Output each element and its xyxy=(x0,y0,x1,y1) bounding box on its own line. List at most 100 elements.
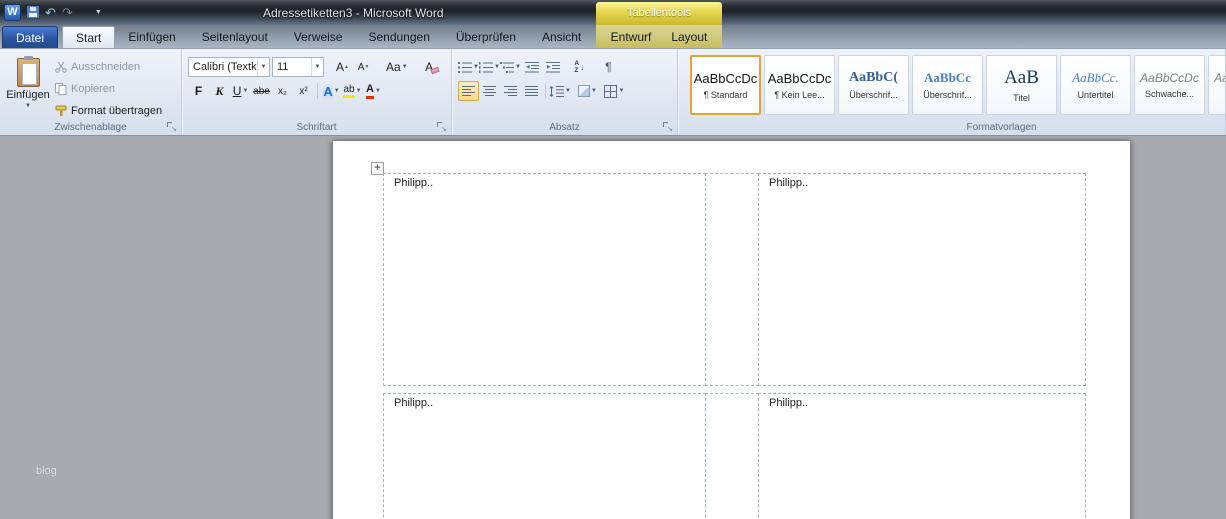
shading-button[interactable]: ▼ xyxy=(577,81,598,101)
word-window: W ↶ ↷ ▼ Adressetiketten3 - Microsoft Wor… xyxy=(0,0,1226,519)
contextual-tab-group-header: Tabellentools xyxy=(596,2,722,25)
decrease-indent-button[interactable] xyxy=(521,57,542,77)
multilevel-list-button[interactable]: ▼ xyxy=(500,57,521,77)
format-painter-icon xyxy=(55,105,67,116)
undo-icon[interactable]: ↶ xyxy=(45,6,56,19)
change-case-label: Aa xyxy=(386,60,401,74)
style-ueberschrift-1[interactable]: AaBbC( Überschrif... xyxy=(838,55,909,115)
superscript-button[interactable]: x² xyxy=(293,81,314,101)
table-gap-cell[interactable] xyxy=(705,393,759,519)
title-bar: W ↶ ↷ ▼ Adressetiketten3 - Microsoft Wor… xyxy=(0,0,1226,25)
bold-button[interactable]: F xyxy=(188,81,209,101)
table-gap-cell[interactable] xyxy=(705,173,759,386)
tab-ueberpruefen[interactable]: Überprüfen xyxy=(443,26,529,48)
tab-entwurf[interactable]: Entwurf xyxy=(601,26,662,48)
clipboard-group-label: Zwischenablage xyxy=(54,122,127,133)
align-center-icon xyxy=(483,85,496,96)
justify-icon xyxy=(525,85,538,96)
font-size-combobox[interactable]: 11 ▼ xyxy=(272,57,324,77)
window-title: Adressetiketten3 - Microsoft Word xyxy=(263,6,444,20)
style-schwache-hervorhebung[interactable]: AaBbCcDc Schwache... xyxy=(1134,55,1205,115)
style-ueberschrift-2[interactable]: AaBbCc Überschrif... xyxy=(912,55,983,115)
label-cell-3[interactable]: Philipp.. xyxy=(383,393,706,519)
increase-indent-button[interactable] xyxy=(542,57,563,77)
align-left-button[interactable] xyxy=(458,81,479,101)
tab-datei[interactable]: Datei xyxy=(2,26,59,48)
label-cell-1[interactable]: Philipp.. xyxy=(383,173,706,386)
align-right-button[interactable] xyxy=(500,81,521,101)
bold-label: F xyxy=(194,84,203,98)
copy-button[interactable]: Kopieren xyxy=(52,80,165,98)
justify-button[interactable] xyxy=(521,81,542,101)
sort-arrow-icon: ↓ xyxy=(580,61,585,72)
numbering-button[interactable]: ▼ xyxy=(479,57,500,77)
highlight-button[interactable]: ab ▼ xyxy=(342,81,363,101)
style-standard[interactable]: AaBbCcDc ¶ Standard xyxy=(690,55,761,115)
tab-einfuegen[interactable]: Einfügen xyxy=(115,26,188,48)
underline-dropdown-icon[interactable]: ▼ xyxy=(242,88,248,94)
clear-formatting-button[interactable]: A xyxy=(422,57,443,77)
tab-layout[interactable]: Layout xyxy=(661,26,717,48)
clipboard-dialog-launcher[interactable] xyxy=(166,121,178,133)
paragraph-dialog-launcher[interactable] xyxy=(662,121,674,133)
label-cell-2[interactable]: Philipp.. xyxy=(758,173,1086,386)
font-family-dropdown-icon[interactable]: ▼ xyxy=(257,58,269,76)
qat-customize-icon[interactable]: ▼ xyxy=(95,9,102,16)
grow-font-button[interactable]: A ▲ xyxy=(332,57,353,77)
cut-button[interactable]: Ausschneiden xyxy=(52,58,165,76)
sort-button[interactable]: AZ ↓ xyxy=(569,57,590,77)
bullets-button[interactable]: ▼ xyxy=(458,57,479,77)
tab-ansicht[interactable]: Ansicht xyxy=(529,26,594,48)
bullets-icon xyxy=(458,61,473,73)
redo-icon[interactable]: ↷ xyxy=(62,6,73,19)
tab-verweise[interactable]: Verweise xyxy=(281,26,356,48)
tab-seitenlayout[interactable]: Seitenlayout xyxy=(189,26,281,48)
style-preview: AaBbCcDc xyxy=(1140,71,1199,85)
change-case-button[interactable]: Aa ▼ xyxy=(386,57,408,77)
style-kein-leerraum[interactable]: AaBbCcDc ¶ Kein Lee... xyxy=(764,55,835,115)
word-app-icon[interactable]: W xyxy=(4,3,21,21)
font-dialog-launcher[interactable] xyxy=(436,121,448,133)
paste-button[interactable]: Einfügen ▼ xyxy=(4,54,52,122)
strikethrough-label: abe xyxy=(253,85,270,97)
document-page[interactable]: + Philipp.. Philipp.. Philipp.. Philipp.… xyxy=(333,141,1130,519)
tab-sendungen[interactable]: Sendungen xyxy=(355,26,442,48)
style-hervorhebung[interactable]: AaBbCcDc Herv xyxy=(1208,55,1225,115)
font-color-button[interactable]: A ▼ xyxy=(363,81,384,101)
label-cell-4[interactable]: Philipp.. xyxy=(758,393,1086,519)
shading-dropdown-icon[interactable]: ▼ xyxy=(591,88,597,94)
borders-dropdown-icon[interactable]: ▼ xyxy=(618,88,624,94)
text-effects-label: A xyxy=(323,83,333,99)
text-effects-dropdown-icon[interactable]: ▼ xyxy=(334,88,340,94)
font-color-dropdown-icon[interactable]: ▼ xyxy=(375,88,381,94)
styles-group: AaBbCcDc ¶ Standard AaBbCcDc ¶ Kein Lee.… xyxy=(678,49,1226,135)
font-family-combobox[interactable]: Calibri (Textk ▼ xyxy=(188,57,270,77)
strikethrough-button[interactable]: abe xyxy=(251,81,272,101)
shrink-font-button[interactable]: A ▼ xyxy=(353,57,374,77)
style-preview: AaBbCcDc xyxy=(1214,71,1225,85)
align-left-icon xyxy=(462,85,475,96)
line-spacing-dropdown-icon[interactable]: ▼ xyxy=(565,88,571,94)
style-label: Überschrif... xyxy=(849,90,898,100)
borders-button[interactable]: ▼ xyxy=(604,81,625,101)
save-icon[interactable] xyxy=(27,6,39,18)
style-label: Untertitel xyxy=(1077,90,1114,100)
subscript-button[interactable]: x₂ xyxy=(272,81,293,101)
align-center-button[interactable] xyxy=(479,81,500,101)
format-painter-button[interactable]: Format übertragen xyxy=(52,102,165,120)
underline-button[interactable]: U ▼ xyxy=(230,81,251,101)
paste-dropdown-icon[interactable]: ▼ xyxy=(25,103,31,109)
line-spacing-button[interactable]: ▼ xyxy=(549,81,571,101)
sort-icon: AZ xyxy=(574,59,580,74)
italic-button[interactable]: K xyxy=(209,81,230,101)
font-family-value: Calibri (Textk xyxy=(193,61,257,73)
tab-start[interactable]: Start xyxy=(62,26,116,48)
style-titel[interactable]: AaB Titel xyxy=(986,55,1057,115)
style-label: Überschrif... xyxy=(923,90,972,100)
text-effects-button[interactable]: A ▼ xyxy=(321,81,342,101)
show-marks-button[interactable]: ¶ xyxy=(598,57,619,77)
font-size-dropdown-icon[interactable]: ▼ xyxy=(311,58,323,76)
style-untertitel[interactable]: AaBbCc. Untertitel xyxy=(1060,55,1131,115)
format-painter-label: Format übertragen xyxy=(71,105,163,117)
highlight-dropdown-icon[interactable]: ▼ xyxy=(356,88,362,94)
